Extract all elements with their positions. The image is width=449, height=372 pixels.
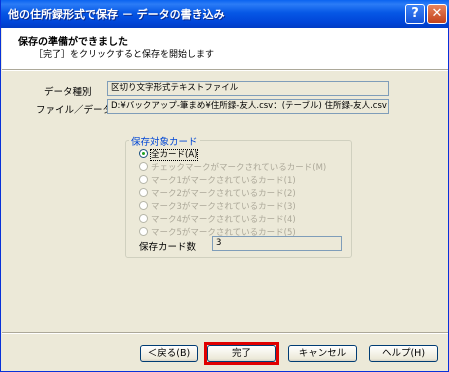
dialog-window: 他の住所録形式で保存 － データの書き込み ? ✕ 保存の準備ができました ［完… — [0, 0, 449, 372]
radio-mark1-cards: マーク1がマークされているカード(1) — [139, 174, 296, 186]
header-subtitle: ［完了］をクリックすると保存を開始します — [34, 50, 215, 60]
radio-icon — [139, 162, 148, 171]
radio-label: マーク1がマークされているカード(1) — [151, 176, 296, 186]
help-icon[interactable]: ? — [405, 4, 425, 24]
save-target-legend: 保存対象カード — [129, 134, 200, 148]
card-count-label: 保存カード数 — [139, 242, 197, 253]
help-button[interactable]: ヘルプ(H) — [369, 345, 438, 362]
card-count-field: 3 — [212, 236, 342, 251]
radio-icon — [139, 214, 148, 223]
cancel-button[interactable]: キャンセル — [288, 345, 357, 362]
file-label: ファイル／データ — [36, 105, 113, 116]
header-title: 保存の準備ができました — [18, 37, 128, 48]
title-bar[interactable]: 他の住所録形式で保存 － データの書き込み ? ✕ — [1, 0, 449, 28]
radio-mark3-cards: マーク3がマークされているカード(3) — [139, 200, 296, 212]
radio-icon — [139, 175, 148, 184]
finish-highlight-box — [204, 342, 279, 365]
wizard-header: 保存の準備ができました ［完了］をクリックすると保存を開始します — [2, 28, 448, 69]
radio-icon — [139, 188, 148, 197]
radio-selected-icon — [139, 149, 148, 158]
radio-icon — [139, 227, 148, 236]
close-icon[interactable]: ✕ — [427, 4, 447, 24]
data-type-label: データ種別 — [44, 87, 92, 98]
radio-icon — [139, 201, 148, 210]
back-button[interactable]: ＜戻る(B) — [140, 345, 198, 362]
file-path-field: D:¥バックアップ-筆まめ¥住所録-友人.csv：(テーブル) 住所録-友人.c… — [107, 99, 389, 114]
radio-all-cards[interactable]: 全カード(A) — [139, 148, 199, 161]
header-divider-highlight — [2, 70, 448, 71]
data-type-field: 区切り文字形式テキストファイル — [107, 81, 389, 96]
radio-label: チェックマークがマークされているカード(M) — [151, 163, 327, 173]
radio-mark4-cards: マーク4がマークされているカード(4) — [139, 213, 296, 225]
radio-label: マーク3がマークされているカード(3) — [151, 202, 296, 212]
footer-divider-highlight — [2, 333, 448, 334]
radio-checkmark-cards: チェックマークがマークされているカード(M) — [139, 161, 326, 173]
radio-mark2-cards: マーク2がマークされているカード(2) — [139, 187, 296, 199]
radio-label: マーク4がマークされているカード(4) — [151, 215, 296, 225]
radio-label: 全カード(A) — [149, 149, 199, 161]
window-title: 他の住所録形式で保存 － データの書き込み — [8, 8, 225, 21]
radio-label: マーク2がマークされているカード(2) — [151, 189, 296, 199]
